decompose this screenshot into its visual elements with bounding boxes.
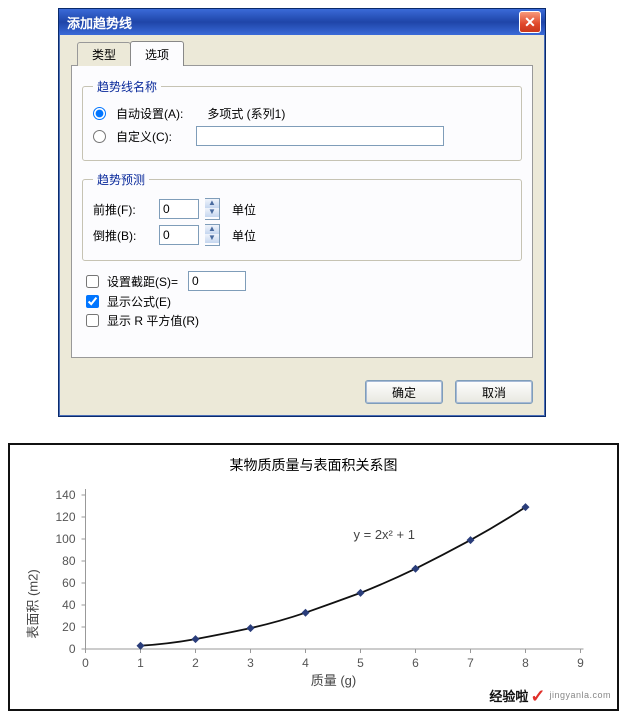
close-icon: ✕ [524,14,536,31]
row-intercept: 设置截距(S)= [86,271,522,291]
label-rsq: 显示 R 平方值(R) [107,312,199,329]
svg-text:140: 140 [55,488,75,502]
cancel-button[interactable]: 取消 [455,380,533,404]
dialog-title: 添加趋势线 [63,13,132,32]
svg-text:0: 0 [69,642,76,656]
radio-custom[interactable] [93,130,106,143]
svg-text:9: 9 [577,656,584,670]
svg-text:0: 0 [82,656,89,670]
y-ticks: 0 20 40 60 80 100 120 140 [55,488,85,656]
svg-text:120: 120 [55,510,75,524]
watermark-brand: 经验啦 [489,686,528,705]
ylabel: 表面积 (m2) [26,569,41,638]
svg-text:1: 1 [137,656,144,670]
svg-text:40: 40 [62,598,76,612]
tab-type[interactable]: 类型 [77,42,131,66]
dialog-body: 类型 选项 趋势线名称 自动设置(A): 多项式 (系列1) 自定义(C): 趋… [59,35,545,370]
chevron-down-icon: ▼ [205,208,219,217]
tab-panel-options: 趋势线名称 自动设置(A): 多项式 (系列1) 自定义(C): 趋势预测 前推… [71,65,533,358]
check-intercept[interactable] [86,275,99,288]
trendline [141,507,526,646]
ok-button[interactable]: 确定 [365,380,443,404]
svg-text:3: 3 [247,656,254,670]
dialog-footer: 确定 取消 [59,370,545,416]
input-backward[interactable] [159,225,199,245]
spinner-backward[interactable]: ▲ ▼ [205,224,220,246]
chart-container: 某物质质量与表面积关系图 表面积 (m2) 0 20 40 60 80 100 … [8,443,619,711]
label-custom: 自定义(C): [116,128,172,145]
input-custom-name[interactable] [196,126,444,146]
equation-label: y = 2x² + 1 [354,527,415,542]
svg-text:5: 5 [357,656,364,670]
spinner-forward[interactable]: ▲ ▼ [205,198,220,220]
label-intercept: 设置截距(S)= [107,273,178,290]
xlabel: 质量 (g) [311,673,357,688]
x-ticks: 0 1 2 3 4 5 6 7 8 9 [82,649,584,670]
dialog: 添加趋势线 ✕ 类型 选项 趋势线名称 自动设置(A): 多项式 (系列1) 自… [58,8,546,417]
chevron-down-icon: ▼ [205,234,219,243]
check-equation[interactable] [86,295,99,308]
radio-auto[interactable] [93,107,106,120]
chart-title: 某物质质量与表面积关系图 [20,455,607,475]
svg-text:20: 20 [62,620,76,634]
checks-group: 设置截距(S)= 显示公式(E) 显示 R 平方值(R) [86,271,522,329]
tab-options[interactable]: 选项 [130,41,184,66]
unit-backward: 单位 [232,227,256,244]
titlebar: 添加趋势线 ✕ [59,9,545,35]
input-intercept[interactable] [188,271,246,291]
row-auto: 自动设置(A): 多项式 (系列1) [93,105,511,122]
row-equation: 显示公式(E) [86,293,522,310]
svg-text:7: 7 [467,656,474,670]
label-equation: 显示公式(E) [107,293,171,310]
group-forecast: 趋势预测 前推(F): ▲ ▼ 单位 倒推(B): ▲ ▼ [82,171,522,261]
legend-forecast: 趋势预测 [93,171,149,188]
data-markers [137,503,530,650]
close-button[interactable]: ✕ [519,11,541,33]
row-backward: 倒推(B): ▲ ▼ 单位 [93,224,511,246]
unit-forward: 单位 [232,201,256,218]
label-forward: 前推(F): [93,201,153,218]
check-rsq[interactable] [86,314,99,327]
svg-text:4: 4 [302,656,309,670]
label-auto: 自动设置(A): [116,105,183,122]
svg-text:100: 100 [55,532,75,546]
row-custom: 自定义(C): [93,126,511,146]
tab-strip: 类型 选项 [77,43,533,65]
svg-text:6: 6 [412,656,419,670]
svg-text:8: 8 [522,656,529,670]
group-trendline-name: 趋势线名称 自动设置(A): 多项式 (系列1) 自定义(C): [82,78,522,161]
chart-svg: 表面积 (m2) 0 20 40 60 80 100 120 140 0 1 2… [20,479,607,689]
row-rsq: 显示 R 平方值(R) [86,312,522,329]
check-icon: ✓ [530,690,545,702]
svg-text:80: 80 [62,554,76,568]
label-backward: 倒推(B): [93,227,153,244]
row-forward: 前推(F): ▲ ▼ 单位 [93,198,511,220]
watermark-site: jingyanla.com [549,691,611,700]
watermark: 经验啦 ✓ jingyanla.com [489,686,611,705]
legend-name: 趋势线名称 [93,78,161,95]
svg-text:60: 60 [62,576,76,590]
auto-value: 多项式 (系列1) [207,105,285,122]
svg-text:2: 2 [192,656,199,670]
input-forward[interactable] [159,199,199,219]
